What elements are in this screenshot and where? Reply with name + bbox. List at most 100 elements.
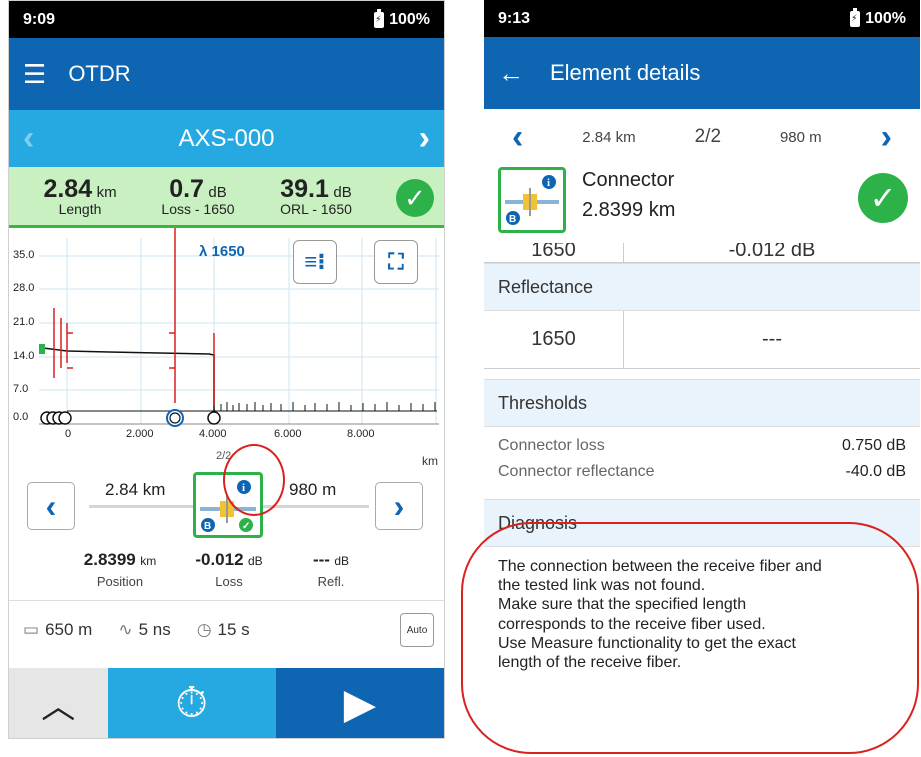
svg-text:i: i	[547, 177, 550, 189]
pass-check-icon: ✓	[396, 179, 434, 217]
threshold-value: 0.750 dB	[841, 437, 906, 454]
element-position: 2.8399 km	[582, 199, 676, 221]
threshold-label: Connector loss	[498, 437, 605, 454]
connector-event-icon: i B	[498, 167, 566, 233]
battery-level: 100%	[865, 9, 906, 27]
prev-element-distance: 2.84 km	[582, 128, 636, 146]
y-tick: 21.0	[13, 316, 35, 328]
back-arrow-icon[interactable]: ←	[498, 58, 524, 89]
loss-value: 0.7	[169, 174, 204, 203]
status-bar: 9:09 100%	[9, 1, 444, 38]
loss-table-row: 1650 -0.012 dB	[484, 243, 920, 263]
clock-icon: ◷	[196, 619, 212, 639]
position-label: Position	[96, 574, 144, 589]
otdr-trace-graph[interactable]: 35.0 28.0 21.0 14.0 7.0 0.0 0 2.000 4.00…	[9, 228, 444, 450]
x-tick: 0	[65, 428, 72, 440]
orl-label: ORL - 1650	[280, 200, 352, 217]
prev-event-distance: 2.84 km	[105, 480, 166, 499]
summary-orl: 39.1 dB ORL - 1650	[257, 174, 375, 217]
clock: 9:13	[498, 9, 531, 27]
prev-element-button[interactable]: ‹	[512, 118, 523, 157]
prev-event-button[interactable]: ‹	[27, 482, 75, 530]
fullscreen-button[interactable]: ⛶	[374, 240, 418, 284]
hamburger-menu-icon[interactable]: ☰	[23, 59, 46, 90]
range-value: 650 m	[45, 619, 93, 639]
acquisition-params: ▭ 650 m ∿ 5 ns ◷ 15 s Auto	[9, 600, 444, 658]
length-unit: km	[96, 183, 117, 201]
svg-text:B: B	[204, 521, 211, 532]
next-event-distance: 980 m	[289, 480, 337, 499]
expand-up-button[interactable]: ︿	[9, 668, 108, 738]
orl-unit: dB	[333, 183, 352, 201]
x-tick: 8.000	[347, 428, 375, 440]
orl-value: 39.1	[280, 174, 329, 203]
event-loss-unit: dB	[247, 554, 263, 568]
clock: 9:09	[23, 10, 56, 28]
position-readout: 2.8399 km Position	[75, 550, 165, 589]
timer-acquisition-button[interactable]: ⏱	[107, 668, 276, 738]
pulse-param[interactable]: ∿ 5 ns	[118, 620, 170, 640]
battery-indicator: 100%	[850, 7, 906, 28]
x-tick: 2.000	[126, 428, 154, 440]
status-bar: 9:13 100%	[484, 0, 920, 37]
start-acquisition-button[interactable]: ▶	[275, 668, 444, 738]
refl-value: ---	[312, 550, 330, 569]
device-name: AXS-000	[178, 124, 275, 152]
wavelength-label: λ 1650	[199, 243, 245, 260]
pulse-icon: ∿	[118, 619, 133, 639]
auto-button[interactable]: Auto	[400, 612, 434, 647]
threshold-label: Connector reflectance	[498, 463, 655, 480]
summary-length: 2.84 km Length	[21, 174, 139, 217]
loss-wavelength-cell: 1650	[484, 243, 624, 262]
loss-readout: -0.012 dB Loss	[179, 550, 279, 589]
element-counter: 2/2	[694, 126, 722, 147]
loss-label: Loss - 1650	[161, 200, 235, 217]
ruler-icon: ▭	[23, 619, 40, 639]
battery-level: 100%	[389, 10, 430, 28]
reflectance-value-cell: ---	[762, 328, 782, 350]
svg-text:✓: ✓	[242, 521, 250, 532]
pass-check-icon: ✓	[858, 173, 908, 223]
battery-indicator: 100%	[374, 8, 430, 29]
annotation-circle	[223, 444, 285, 516]
range-param[interactable]: ▭ 650 m	[23, 620, 92, 640]
x-tick: 6.000	[274, 428, 302, 440]
event-table-button[interactable]: ≡⁝	[293, 240, 337, 284]
app-title: Element details	[550, 60, 701, 85]
time-param[interactable]: ◷ 15 s	[197, 620, 250, 640]
threshold-value: -40.0 dB	[845, 463, 906, 480]
reflectance-wavelength-cell: 1650	[484, 311, 624, 368]
element-type: Connector	[582, 169, 675, 191]
refl-unit: dB	[334, 554, 350, 568]
bottom-action-bar: ︿ ⏱ ▶	[9, 668, 444, 738]
next-device-button[interactable]: ›	[419, 119, 430, 158]
length-label: Length	[58, 200, 102, 217]
element-navigator: ‹ 2.84 km 2/2 980 m ›	[484, 109, 920, 165]
connector-symbol-icon: i B	[505, 175, 559, 225]
otdr-screen: 9:09 100% ☰ OTDR ‹ AXS-000 › 2.84 km Len…	[8, 0, 445, 739]
result-summary: 2.84 km Length 0.7 dB Loss - 1650 39.1 d…	[9, 167, 444, 228]
prev-device-button[interactable]: ‹	[23, 119, 34, 158]
app-bar: ☰ OTDR	[9, 38, 444, 110]
refl-label: Refl.	[317, 574, 345, 589]
refl-readout: --- dB Refl.	[291, 550, 371, 589]
pulse-value: 5 ns	[138, 619, 171, 639]
next-event-button[interactable]: ›	[375, 482, 423, 530]
threshold-row: Connector reflectance -40.0 dB	[484, 459, 920, 485]
event-navigator: 2/2 km ‹ 2.84 km 980 m i B ✓ › 2.8399 km…	[9, 444, 444, 600]
diagnosis-annotation-circle	[461, 522, 919, 754]
app-title: OTDR	[68, 61, 131, 86]
time-value: 15 s	[217, 619, 250, 639]
y-tick: 14.0	[13, 350, 35, 362]
y-tick: 35.0	[13, 249, 35, 261]
battery-icon	[850, 7, 861, 27]
position-unit: km	[140, 554, 157, 568]
next-element-button[interactable]: ›	[881, 118, 892, 157]
event-loss-value: -0.012	[195, 550, 244, 569]
thresholds-header: Thresholds	[484, 379, 920, 427]
app-bar: ← Element details	[484, 37, 920, 109]
x-axis-unit: km	[422, 454, 438, 468]
length-value: 2.84	[43, 174, 93, 203]
y-tick: 28.0	[13, 282, 35, 294]
